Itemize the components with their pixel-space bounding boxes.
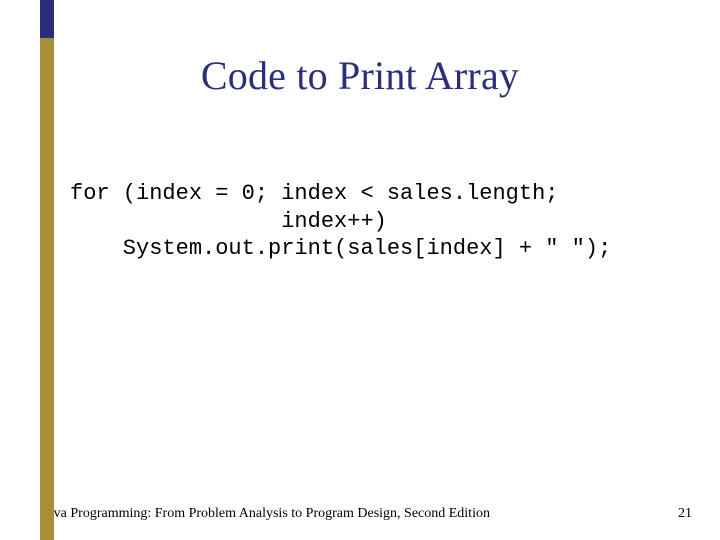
top-band — [0, 0, 720, 38]
accent-bar-navy-cap — [40, 0, 54, 38]
page-number: 21 — [678, 506, 692, 522]
code-line: for (index = 0; index < sales.length; — [70, 181, 558, 206]
footer-text: Java Programming: From Problem Analysis … — [42, 506, 490, 522]
slide-title: Code to Print Array — [0, 52, 720, 99]
code-line: index++) — [70, 209, 387, 234]
code-block: for (index = 0; index < sales.length; in… — [70, 180, 690, 263]
accent-bar-gold — [40, 0, 54, 540]
code-line: System.out.print(sales[index] + " "); — [70, 236, 611, 261]
slide: Code to Print Array for (index = 0; inde… — [0, 0, 720, 540]
